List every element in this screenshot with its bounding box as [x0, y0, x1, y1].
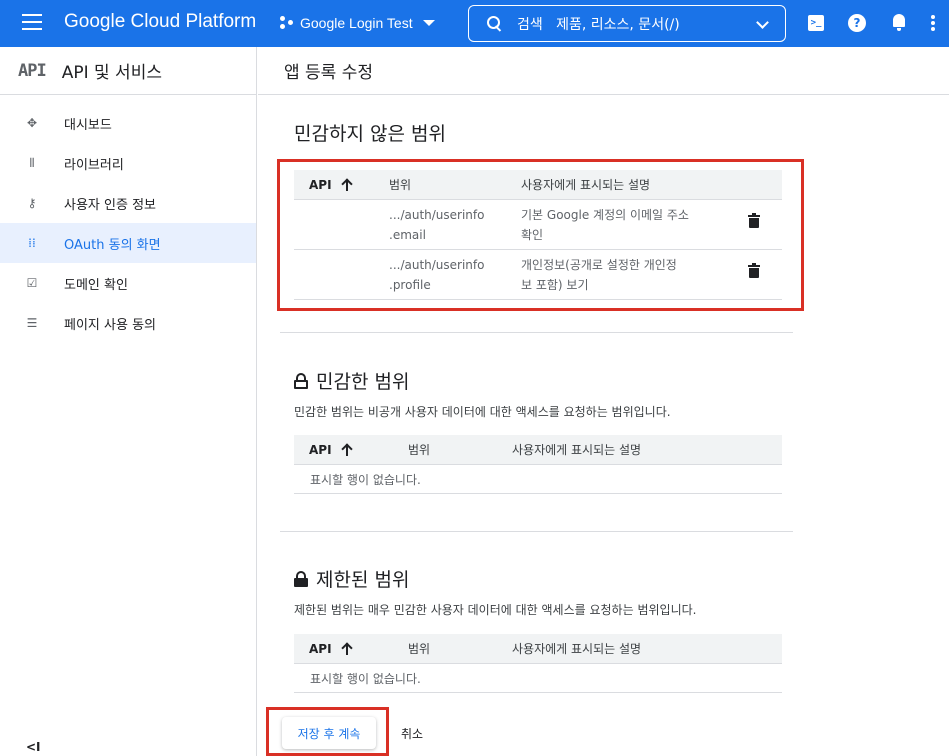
search-placeholder: 검색 제품, 리소스, 문서(/): [517, 16, 680, 33]
cloud-shell-icon[interactable]: >_: [808, 15, 824, 31]
api-logo-icon: API: [18, 60, 47, 81]
cancel-button[interactable]: 취소: [401, 725, 423, 742]
sidebar: API API 및 서비스 ✥ 대시보드 ⦀ 라이브러리 ⚷ 사용자 인증 정보…: [0, 47, 257, 756]
help-icon[interactable]: ?: [848, 14, 866, 32]
sidebar-item-domain-verification[interactable]: ☑ 도메인 확인: [0, 263, 256, 303]
menu-icon[interactable]: [22, 14, 42, 30]
dashboard-icon: ✥: [26, 116, 38, 130]
sidebar-item-page-usage-agreements[interactable]: ☰ 페이지 사용 동의: [0, 303, 256, 343]
collapse-sidebar-icon[interactable]: <I: [26, 740, 41, 754]
column-header-label: API: [309, 641, 332, 656]
sidebar-item-oauth-consent[interactable]: ⁞⁞ OAuth 동의 화면: [0, 223, 256, 263]
restricted-scopes-description: 제한된 범위는 매우 민감한 사용자 데이터에 대한 액세스를 요청하는 범위입…: [294, 603, 697, 617]
restricted-scopes-table: API 범위 사용자에게 표시되는 설명 표시할 행이 없습니다.: [294, 634, 782, 693]
project-name: Google Login Test: [300, 15, 413, 31]
project-selector[interactable]: Google Login Test: [280, 8, 435, 38]
lock-open-icon: [294, 372, 308, 389]
sensitive-scopes-title: 민감한 범위: [294, 367, 409, 394]
oauth-consent-icon: ⁞⁞: [28, 236, 36, 250]
top-app-bar: Google Cloud Platform Google Login Test …: [0, 0, 949, 47]
column-header-description: 사용자에게 표시되는 설명: [512, 443, 642, 457]
brand-title[interactable]: Google Cloud Platform: [64, 11, 256, 33]
highlight-box: [277, 159, 804, 311]
section-title-text: 제한된 범위: [316, 569, 410, 591]
sort-arrow-up-icon: [342, 643, 352, 655]
divider: [280, 332, 793, 333]
sidebar-nav: ✥ 대시보드 ⦀ 라이브러리 ⚷ 사용자 인증 정보 ⁞⁞ OAuth 동의 화…: [0, 95, 256, 343]
sidebar-item-label: 라이브러리: [64, 157, 124, 173]
chevron-down-icon[interactable]: [756, 16, 769, 29]
sidebar-item-credentials[interactable]: ⚷ 사용자 인증 정보: [0, 183, 256, 223]
sensitive-scopes-description: 민감한 범위는 비공개 사용자 데이터에 대한 액세스를 요청하는 범위입니다.: [294, 405, 671, 419]
sidebar-header: API API 및 서비스: [0, 47, 256, 95]
settings-list-icon: ☰: [26, 316, 38, 330]
main-content: 앱 등록 수정 민감하지 않은 범위 API 범위 사용자에게 표시되는 설명 …: [258, 47, 949, 756]
empty-table-message: 표시할 행이 없습니다.: [294, 664, 782, 693]
sidebar-item-dashboard[interactable]: ✥ 대시보드: [0, 103, 256, 143]
column-header-description: 사용자에게 표시되는 설명: [512, 642, 642, 656]
column-header-api[interactable]: API: [309, 642, 352, 656]
divider: [280, 531, 793, 532]
key-icon: ⚷: [27, 196, 37, 210]
sidebar-item-label: 대시보드: [64, 117, 112, 133]
sidebar-title: API 및 서비스: [61, 63, 162, 83]
table-header: API 범위 사용자에게 표시되는 설명: [294, 435, 782, 465]
restricted-scopes-title: 제한된 범위: [294, 565, 409, 592]
notifications-icon[interactable]: [889, 13, 909, 33]
library-icon: ⦀: [29, 155, 35, 170]
page-title: 앱 등록 수정: [284, 63, 374, 83]
lock-icon: [294, 570, 308, 587]
checkbox-icon: ☑: [26, 276, 38, 290]
highlight-box: [266, 707, 389, 756]
section-title-text: 민감한 범위: [316, 371, 410, 393]
sort-arrow-up-icon: [342, 444, 352, 456]
table-header: API 범위 사용자에게 표시되는 설명: [294, 634, 782, 664]
search-icon: [487, 15, 503, 32]
search-bar[interactable]: 검색 제품, 리소스, 문서(/): [468, 5, 786, 42]
nonsensitive-scopes-title: 민감하지 않은 범위: [294, 119, 446, 146]
project-icon: [280, 16, 294, 30]
sidebar-item-label: 사용자 인증 정보: [64, 197, 156, 213]
column-header-scope: 범위: [408, 443, 431, 457]
section-title-text: 민감하지 않은 범위: [294, 123, 446, 145]
column-header-api[interactable]: API: [309, 443, 352, 457]
sidebar-item-label: OAuth 동의 화면: [64, 237, 161, 253]
column-header-scope: 범위: [408, 642, 431, 656]
more-vert-icon[interactable]: [930, 13, 936, 33]
sidebar-item-library[interactable]: ⦀ 라이브러리: [0, 143, 256, 183]
sensitive-scopes-table: API 범위 사용자에게 표시되는 설명 표시할 행이 없습니다.: [294, 435, 782, 494]
column-header-label: API: [309, 442, 332, 457]
sidebar-item-label: 도메인 확인: [64, 277, 128, 293]
empty-table-message: 표시할 행이 없습니다.: [294, 465, 782, 494]
caret-down-icon: [422, 20, 435, 26]
page-header: 앱 등록 수정: [258, 47, 949, 95]
sidebar-item-label: 페이지 사용 동의: [64, 317, 156, 333]
